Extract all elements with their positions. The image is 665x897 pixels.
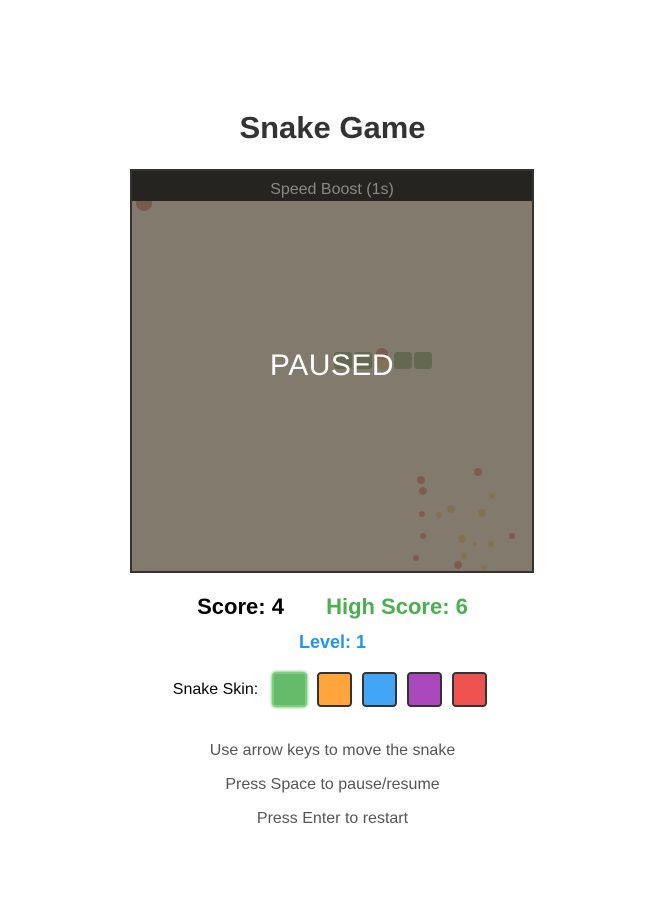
skin-option-orange[interactable] bbox=[317, 672, 353, 707]
skin-option-green[interactable] bbox=[272, 672, 308, 707]
instruction-pause: Press Space to pause/resume bbox=[225, 776, 440, 793]
instruction-move: Use arrow keys to move the snake bbox=[209, 742, 456, 759]
score-display: Score: 4 bbox=[197, 594, 284, 619]
skin-label: Snake Skin: bbox=[172, 680, 259, 698]
game-page: Snake Game Speed Boost (1s) PAUSED Score… bbox=[0, 0, 665, 897]
page-title: Snake Game bbox=[239, 110, 426, 145]
game-board[interactable]: Speed Boost (1s) PAUSED bbox=[130, 169, 534, 573]
paused-label: PAUSED bbox=[269, 349, 395, 382]
skin-option-purple[interactable] bbox=[407, 672, 443, 707]
score-row: Score: 4 High Score: 6 bbox=[0, 594, 665, 620]
level-display: Level: 1 bbox=[298, 632, 367, 652]
instruction-restart: Press Enter to restart bbox=[256, 810, 409, 827]
skin-selector: Snake Skin: bbox=[0, 672, 665, 707]
high-score-display: High Score: 6 bbox=[326, 594, 468, 619]
instructions: Use arrow keys to move the snake Press S… bbox=[0, 742, 665, 844]
powerup-status-bar: Speed Boost (1s) bbox=[132, 171, 532, 201]
skin-option-blue[interactable] bbox=[362, 672, 398, 707]
skin-option-red[interactable] bbox=[452, 672, 488, 707]
